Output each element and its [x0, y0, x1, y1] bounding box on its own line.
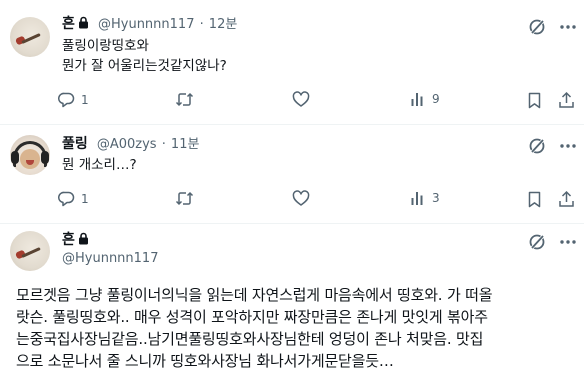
- tweet-line: 으로 소문나서 줄 스니까 띵호와사장님 화나서가게문닫을듯…: [16, 352, 394, 370]
- timestamp[interactable]: 11분: [171, 137, 200, 152]
- reply-count: 1: [81, 191, 89, 206]
- reply-icon: [58, 92, 75, 108]
- handle[interactable]: @A00zys: [97, 137, 157, 152]
- more-icon[interactable]: [559, 24, 577, 30]
- tweet-header: 풀링 @A00zys · 11분: [62, 133, 199, 153]
- reply-button[interactable]: 1: [58, 190, 89, 207]
- lock-icon: [78, 232, 88, 245]
- reply-icon: [58, 191, 75, 207]
- bookmark-icon[interactable]: [527, 191, 542, 208]
- tweet-text: 풀링이랑띵호와 뭔가 잘 어울리는것같지않나?: [62, 36, 227, 76]
- handle[interactable]: @Hyunnnn117: [62, 251, 158, 266]
- display-name[interactable]: 흔: [62, 232, 75, 248]
- display-name[interactable]: 흔: [62, 16, 75, 32]
- tweet-line: 풀링이랑띵호와: [62, 38, 149, 54]
- avatar[interactable]: [10, 231, 50, 271]
- avatar[interactable]: [10, 17, 50, 57]
- tweet-2[interactable]: 풀링 @A00zys · 11분 뭔 개소리…? 1 3: [0, 125, 584, 223]
- like-button[interactable]: [292, 91, 310, 108]
- views-icon: [411, 192, 423, 205]
- retweet-icon: [175, 92, 194, 107]
- bookmark-icon[interactable]: [527, 92, 542, 109]
- grok-icon[interactable]: [528, 233, 546, 251]
- display-name[interactable]: 풀링: [62, 136, 88, 152]
- action-bar: 1 9: [0, 91, 584, 111]
- tweet-header: 흔 @Hyunnnn117 · 12분: [62, 13, 237, 33]
- focused-tweet-text: 모르겟음 그냥 풀링이너의닉을 읽는데 자연스럽게 마음속에서 띵호와. 가 떠…: [16, 284, 576, 372]
- tweet-line: 랏슨. 풀링띵호와.. 매우 성격이 포악하지만 짜장만큼은 존나게 맛잇게 볶…: [16, 308, 488, 326]
- handle[interactable]: @Hyunnnn117: [98, 17, 194, 32]
- tweet-text: 뭔 개소리…?: [62, 155, 137, 175]
- reply-button[interactable]: 1: [58, 91, 89, 108]
- tweet-line: 뭔 개소리…?: [62, 157, 137, 173]
- avatar[interactable]: [10, 135, 50, 175]
- heart-icon: [292, 190, 310, 206]
- views-button[interactable]: 3: [410, 190, 440, 206]
- dot-separator: ·: [161, 137, 166, 152]
- like-button[interactable]: [292, 190, 310, 207]
- tweet-1[interactable]: 흔 @Hyunnnn117 · 12분 풀링이랑띵호와 뭔가 잘 어울리는것같지…: [0, 0, 584, 124]
- tweet-line: 는중국집사장님같음..남기면풀링띵호와사장님한테 엉덩이 존나 처맞음. 맛집: [16, 330, 484, 348]
- reply-count: 1: [81, 92, 89, 107]
- action-bar: 1 3: [0, 190, 584, 210]
- retweet-button[interactable]: [175, 190, 194, 207]
- retweet-button[interactable]: [175, 91, 194, 108]
- more-icon[interactable]: [559, 239, 577, 245]
- view-count: 9: [432, 92, 440, 106]
- dot-separator: ·: [199, 17, 204, 32]
- more-icon[interactable]: [559, 143, 577, 149]
- tweet-line: 뭔가 잘 어울리는것같지않나?: [62, 58, 227, 74]
- retweet-icon: [175, 191, 194, 206]
- grok-icon[interactable]: [528, 137, 546, 155]
- lock-icon: [78, 16, 88, 29]
- timestamp[interactable]: 12분: [209, 17, 238, 32]
- tweet-line: 모르겟음 그냥 풀링이너의닉을 읽는데 자연스럽게 마음속에서 띵호와. 가 떠…: [16, 286, 493, 304]
- views-button[interactable]: 9: [410, 91, 440, 107]
- focused-header: 흔: [62, 229, 89, 249]
- share-icon[interactable]: [558, 91, 575, 109]
- grok-icon[interactable]: [528, 18, 546, 36]
- heart-icon: [292, 91, 310, 107]
- views-icon: [411, 93, 423, 106]
- view-count: 3: [432, 191, 440, 205]
- share-icon[interactable]: [558, 190, 575, 208]
